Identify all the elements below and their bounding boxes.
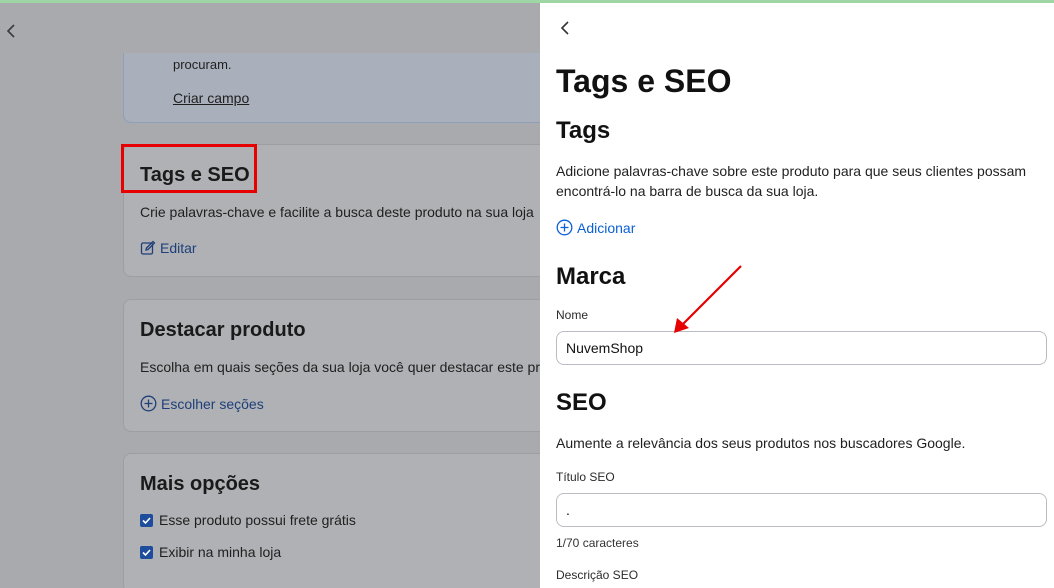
free-shipping-label: Esse produto possui frete grátis (159, 512, 356, 528)
brand-name-input[interactable] (556, 331, 1047, 365)
plus-circle-icon (556, 219, 573, 236)
seo-title-counter: 1/70 caracteres (556, 536, 639, 550)
seo-description: Aumente a relevância dos seus produtos n… (556, 435, 966, 451)
choose-sections-label: Escolher seções (161, 395, 264, 412)
highlight-product-card: Destacar produto Escolha em quais seções… (123, 299, 540, 432)
tags-seo-side-panel: Tags e SEO Tags Adicione palavras-chave … (540, 3, 1054, 588)
product-page-background: procuram. Criar campo Tags e SEO Crie pa… (0, 3, 540, 588)
free-shipping-checkbox[interactable]: Esse produto possui frete grátis (140, 512, 356, 528)
show-in-store-label: Exibir na minha loja (159, 544, 282, 560)
checkbox-checked-icon (140, 513, 153, 527)
brand-name-label: Nome (556, 308, 589, 322)
panel-back-chevron-icon[interactable] (558, 18, 572, 38)
seo-heading: SEO (556, 389, 607, 416)
show-in-store-checkbox[interactable]: Exibir na minha loja (140, 544, 281, 560)
plus-circle-icon (140, 395, 157, 412)
edit-icon (140, 240, 156, 255)
add-tag-label: Adicionar (577, 219, 636, 236)
back-chevron-icon[interactable] (4, 21, 18, 41)
custom-field-info-card: procuram. Criar campo (123, 53, 540, 123)
create-field-link[interactable]: Criar campo (173, 90, 249, 106)
edit-button-label: Editar (160, 240, 197, 256)
seo-description-label: Descrição SEO (556, 568, 639, 582)
seo-title-input[interactable] (556, 493, 1047, 527)
annotation-highlight-box (121, 144, 257, 193)
tags-seo-card-description: Crie palavras-chave e facilite a busca d… (140, 204, 534, 220)
tags-heading: Tags (556, 117, 611, 144)
edit-button[interactable]: Editar (140, 240, 197, 256)
choose-sections-button[interactable]: Escolher seções (140, 395, 264, 412)
tags-description: Adicione palavras-chave sobre este produ… (556, 163, 1027, 199)
info-card-text: procuram. (173, 57, 232, 72)
panel-title: Tags e SEO (556, 63, 732, 99)
more-options-card: Mais opções Esse produto possui frete gr… (123, 453, 540, 588)
highlight-card-title: Destacar produto (140, 319, 306, 341)
brand-heading: Marca (556, 263, 626, 290)
seo-title-label: Título SEO (556, 470, 615, 484)
more-options-title: Mais opções (140, 473, 261, 495)
highlight-card-description: Escolha em quais seções da sua loja você… (140, 359, 540, 375)
add-tag-button[interactable]: Adicionar (556, 219, 635, 236)
checkbox-checked-icon (140, 545, 153, 559)
